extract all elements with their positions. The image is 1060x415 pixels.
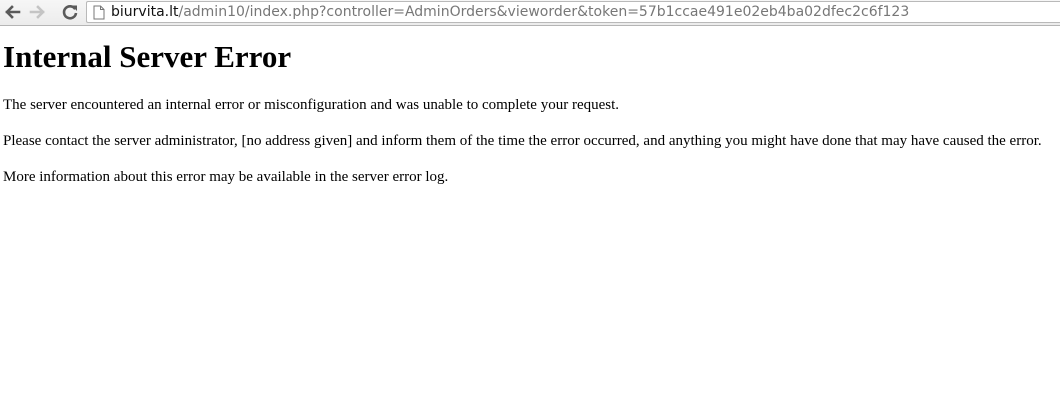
address-bar[interactable]: biurvita.lt/admin10/index.php?controller… — [86, 1, 1060, 23]
url-host: biurvita.lt — [111, 4, 179, 20]
contact-admin-message: Please contact the server administrator,… — [3, 133, 1042, 149]
reload-icon — [62, 4, 78, 20]
url-path: /admin10/index.php?controller=AdminOrder… — [178, 4, 910, 20]
browser-toolbar: biurvita.lt/admin10/index.php?controller… — [0, 0, 1060, 26]
error-message: The server encountered an internal error… — [3, 97, 620, 113]
error-log-message: More information about this error may be… — [3, 169, 449, 185]
back-arrow-icon — [5, 5, 21, 19]
page-title: Internal Server Error — [3, 39, 292, 74]
page-icon-container — [87, 2, 111, 22]
error-page: Internal Server Error The server encount… — [3, 26, 1060, 204]
forward-button[interactable] — [27, 2, 49, 22]
address-url[interactable]: biurvita.lt/admin10/index.php?controller… — [111, 2, 909, 22]
reload-button[interactable] — [59, 2, 81, 22]
forward-arrow-icon — [29, 5, 45, 19]
back-button[interactable] — [1, 2, 23, 22]
page-icon — [93, 5, 105, 19]
